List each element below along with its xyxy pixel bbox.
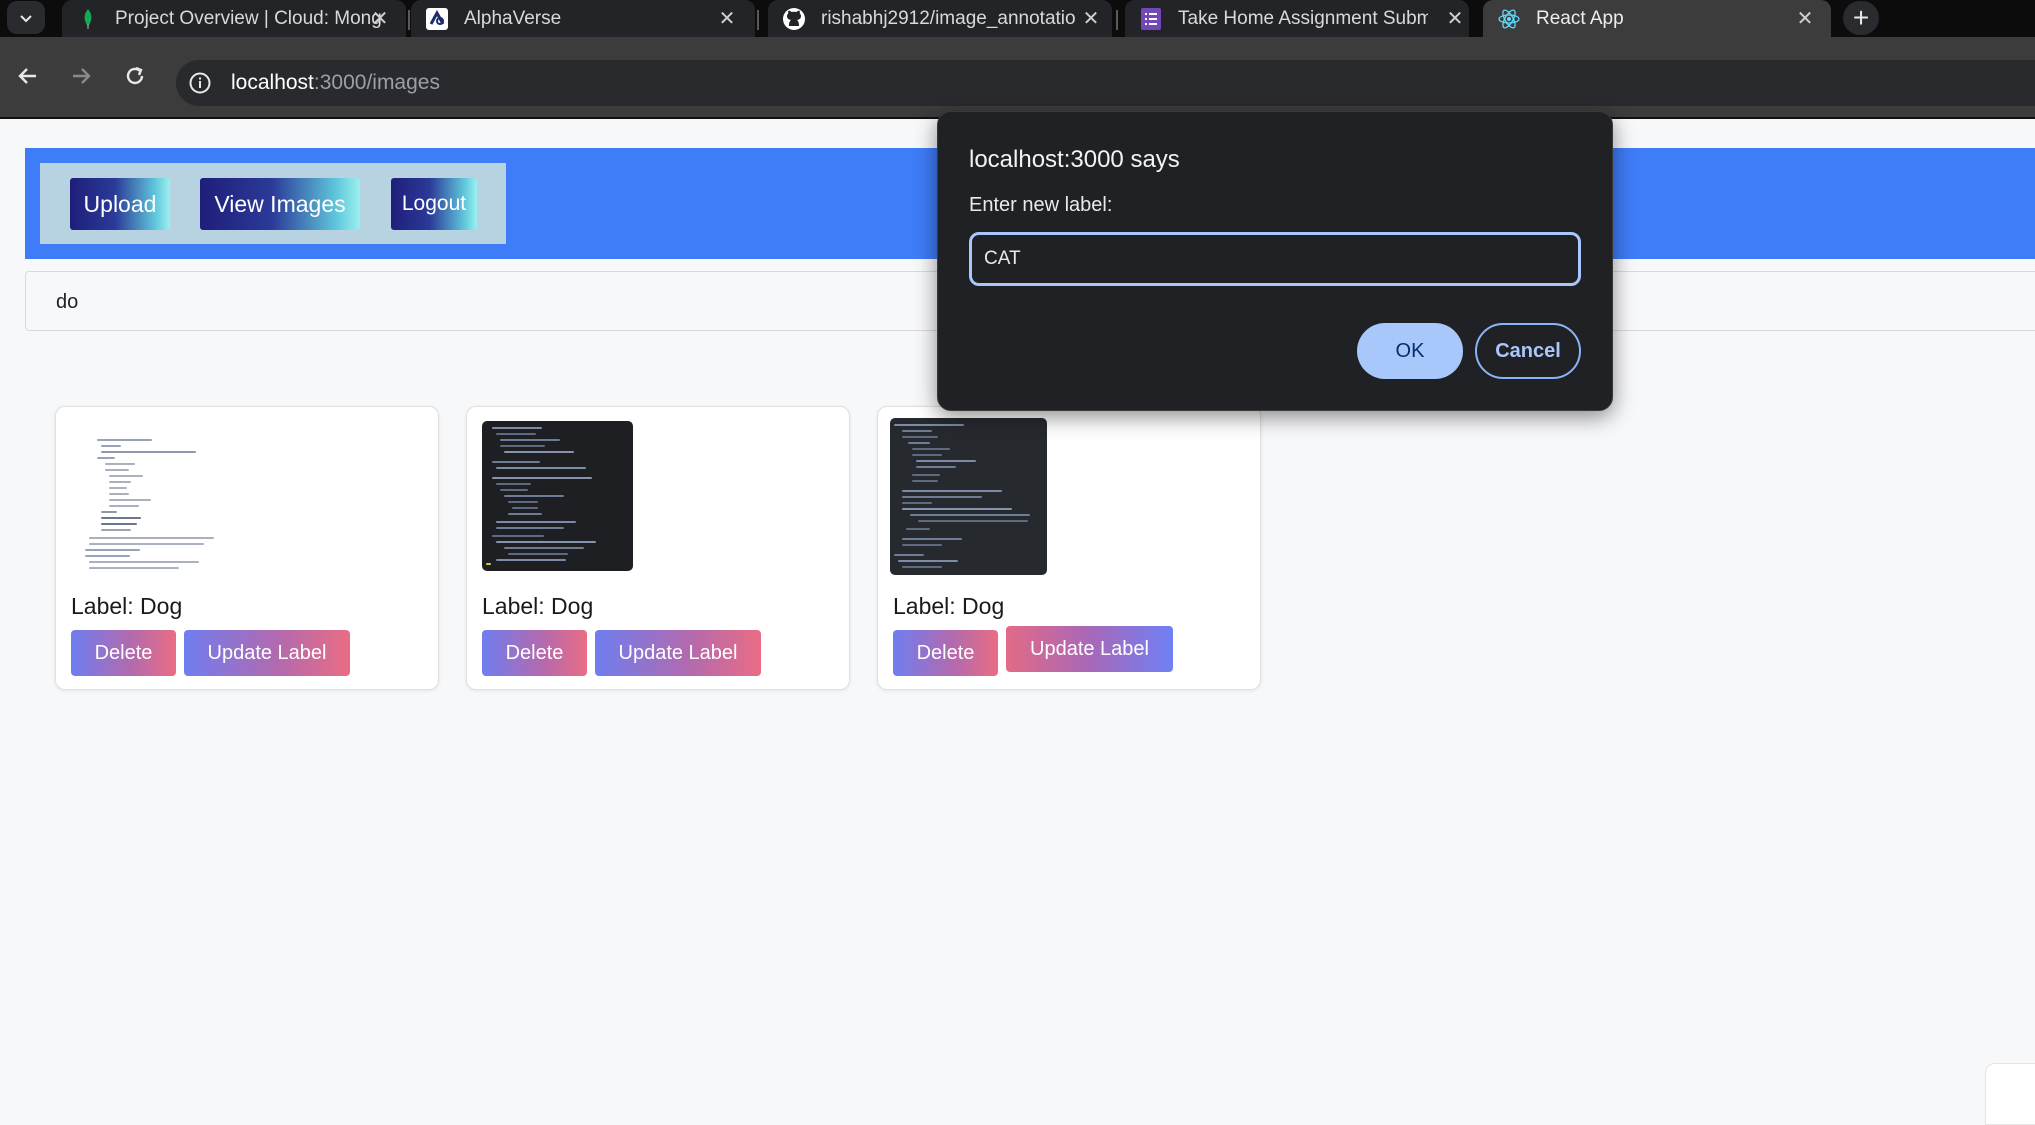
new-tab-button[interactable]: + xyxy=(1843,1,1879,35)
browser-tab[interactable]: rishabhj2912/image_annotation ✕ xyxy=(768,0,1112,37)
tab-title: Take Home Assignment Submis xyxy=(1178,8,1428,29)
browser-tab[interactable]: AlphaVerse ✕ xyxy=(411,0,755,37)
tab-title: Project Overview | Cloud: Mong xyxy=(115,8,382,29)
delete-button[interactable]: Delete xyxy=(71,630,176,676)
forms-icon xyxy=(1139,7,1163,31)
tab-title: AlphaVerse xyxy=(464,8,562,29)
tab-title: React App xyxy=(1536,8,1624,29)
react-icon xyxy=(1497,7,1521,31)
upload-button[interactable]: Upload xyxy=(70,178,170,230)
close-tab-icon[interactable]: ✕ xyxy=(1079,6,1103,30)
logout-button[interactable]: Logout xyxy=(391,178,477,230)
image-thumbnail[interactable] xyxy=(482,421,633,571)
reload-button[interactable] xyxy=(115,56,155,96)
view-images-button[interactable]: View Images xyxy=(200,178,360,230)
github-icon xyxy=(782,7,806,31)
search-input[interactable] xyxy=(54,286,858,318)
close-tab-icon[interactable]: ✕ xyxy=(368,6,392,30)
ok-button[interactable]: OK xyxy=(1357,323,1463,379)
cancel-button[interactable]: Cancel xyxy=(1475,323,1581,379)
chevron-down-icon xyxy=(20,14,32,22)
card-label: Label: Dog xyxy=(482,593,594,619)
update-label-button[interactable]: Update Label xyxy=(595,630,761,676)
back-button[interactable] xyxy=(8,56,48,96)
mongodb-leaf-icon xyxy=(76,7,100,31)
close-tab-icon[interactable]: ✕ xyxy=(715,6,739,30)
url-text: localhost:3000/images xyxy=(231,71,440,95)
browser-tab[interactable]: Take Home Assignment Submis ✕ xyxy=(1125,0,1469,37)
delete-button[interactable]: Delete xyxy=(482,630,587,676)
floating-widget[interactable] xyxy=(1985,1063,2035,1125)
image-card: Label: Dog Delete Update Label xyxy=(877,406,1261,690)
arrow-right-icon xyxy=(73,68,91,84)
update-label-button[interactable]: Update Label xyxy=(184,630,350,676)
alphaverse-logo-icon xyxy=(425,7,449,31)
close-tab-icon[interactable]: ✕ xyxy=(1443,6,1467,30)
card-label: Label: Dog xyxy=(893,593,1005,619)
site-info-icon[interactable] xyxy=(188,71,212,95)
new-label-input[interactable] xyxy=(969,232,1581,286)
image-card: Label: Dog Delete Update Label xyxy=(55,406,439,690)
delete-button[interactable]: Delete xyxy=(893,630,998,676)
url-path: :3000/images xyxy=(313,71,440,94)
url-host: localhost xyxy=(231,71,314,94)
tab-divider xyxy=(757,10,759,30)
plus-icon: + xyxy=(1852,2,1870,33)
browser-tab-active[interactable]: React App ✕ xyxy=(1483,0,1831,37)
prompt-dialog: localhost:3000 says Enter new label: OK … xyxy=(937,111,1613,411)
arrow-left-icon xyxy=(18,68,36,84)
tab-divider xyxy=(1116,10,1118,30)
tab-search-button[interactable] xyxy=(7,1,45,34)
tab-title: rishabhj2912/image_annotation xyxy=(821,8,1075,29)
reload-icon xyxy=(126,66,144,85)
tab-divider xyxy=(408,10,410,30)
dialog-title: localhost:3000 says xyxy=(969,146,1180,173)
image-thumbnail[interactable] xyxy=(890,418,1047,575)
browser-tab[interactable]: Project Overview | Cloud: Mong ✕ xyxy=(62,0,406,37)
card-label: Label: Dog xyxy=(71,593,183,619)
browser-tab-strip: Project Overview | Cloud: Mong ✕ AlphaVe… xyxy=(0,0,2035,37)
forward-button[interactable] xyxy=(61,56,101,96)
image-card: Label: Dog Delete Update Label xyxy=(466,406,850,690)
dialog-message: Enter new label: xyxy=(969,194,1113,216)
image-thumbnail[interactable] xyxy=(71,419,221,571)
close-tab-icon[interactable]: ✕ xyxy=(1793,6,1817,30)
update-label-button[interactable]: Update Label xyxy=(1006,626,1173,672)
address-bar[interactable]: localhost:3000/images xyxy=(176,60,2035,106)
